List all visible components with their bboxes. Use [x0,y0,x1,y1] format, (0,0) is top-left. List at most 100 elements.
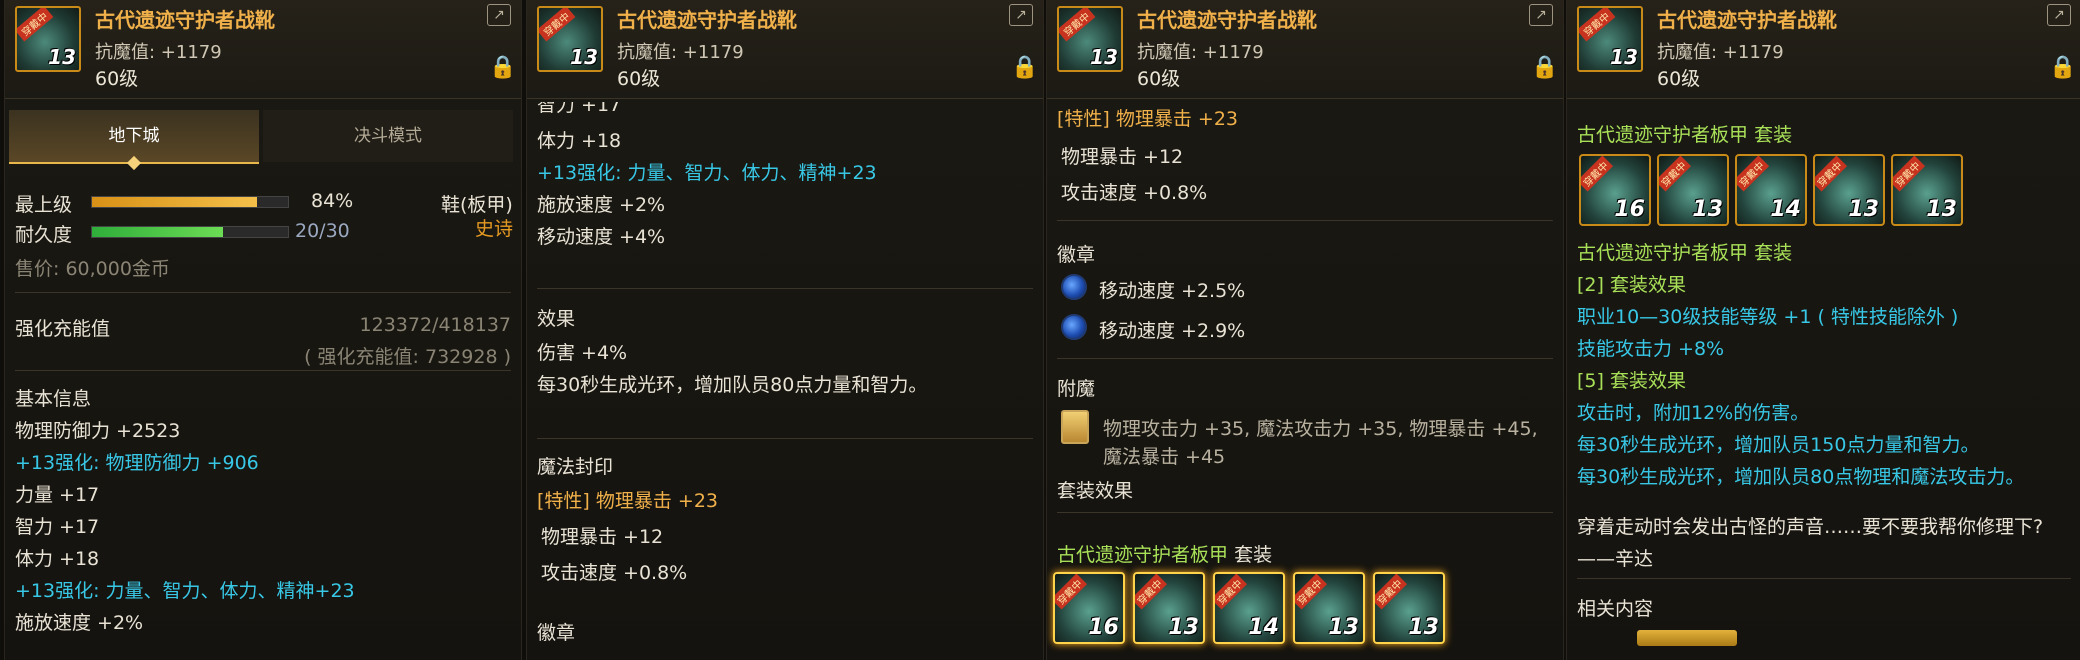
item-name: 古代遗迹守护者战靴 [1657,8,1837,32]
charge-label: 强化充能值 [15,318,111,340]
wearing-tag: 穿戴中 [1135,574,1168,610]
item-boots-icon: 穿戴中 13 [15,6,81,72]
lock-icon[interactable]: 🔒 [1531,57,1558,79]
emblem-line: 移动速度 +2.5% [1099,280,1246,302]
tab-dungeon[interactable]: 地下城 [9,110,259,171]
item-name: 古代遗迹守护者战靴 [617,8,797,32]
share-icon[interactable]: ↗ [1529,4,1553,26]
stat-line: 移动速度 +4% [537,226,666,248]
divider [537,438,1033,439]
divider [15,292,511,293]
slot-type: 鞋(板甲) [441,194,513,216]
set-piece-num: 13 [1848,197,1879,222]
share-icon[interactable]: ↗ [487,4,511,26]
quality-value: 84% [311,190,354,212]
magic-resist: 抗魔值: +1179 [617,42,744,63]
set-piece-num: 14 [1248,615,1279,640]
mode-tabs: 地下城 决斗模式 [9,110,517,171]
divider [1057,220,1553,221]
seal-line: 物理暴击 +12 [541,526,664,548]
divider [537,288,1033,289]
tab-duel[interactable]: 决斗模式 [263,110,513,162]
lock-icon[interactable]: 🔒 [2049,57,2076,79]
tooltip-panel-3: 穿戴中 13 古代遗迹守护者战靴 抗魔值: +1179 60级 ↗ 🔒 [特性]… [1046,0,1564,660]
set-name: 古代遗迹守护者板甲 套装 [1577,238,1792,265]
set-effect-5-title: [5] 套装效果 [1577,370,1686,392]
wearing-tag: 穿戴中 [1581,156,1614,192]
wearing-tag: 穿戴中 [1579,8,1616,42]
seal-trait: [特性] 物理暴击 +23 [1057,108,1239,130]
set-effect-line: 技能攻击力 +8% [1577,338,1725,360]
tab-dungeon-label: 地下城 [108,126,160,146]
wearing-tag: 穿戴中 [1295,574,1328,610]
divider [1577,578,2071,579]
item-header: 穿戴中 13 古代遗迹守护者战靴 抗魔值: +1179 60级 ↗ 🔒 [1567,0,2080,99]
wearing-tag: 穿戴中 [1059,8,1096,42]
set-piece-num: 13 [1328,615,1359,640]
sell-price: 售价: 60,000金币 [15,258,170,280]
wearing-tag: 穿戴中 [1737,156,1770,192]
set-effect-line: 每30秒生成光环，增加队员80点物理和魔法攻击力。 [1577,466,2025,488]
item-level: 60级 [617,68,661,90]
item-level: 60级 [95,68,139,90]
set-piece-num: 13 [1168,615,1199,640]
wearing-tag: 穿戴中 [1659,156,1692,192]
charge-sub: ( 强化充能值: 732928 ) [304,346,511,368]
tooltip-panel-4: 穿戴中 13 古代遗迹守护者战靴 抗魔值: +1179 60级 ↗ 🔒 古代遗迹… [1566,0,2080,660]
divider [15,370,511,371]
set-piece-num: 16 [1088,615,1119,640]
lock-icon[interactable]: 🔒 [1011,57,1038,79]
wearing-tag: 穿戴中 [1815,156,1848,192]
effect-line: 每30秒生成光环，增加队员80点力量和智力。 [537,374,928,396]
stat-line: 物理防御力 +2523 [15,420,181,442]
lock-icon[interactable]: 🔒 [489,57,516,79]
set-piece-icon[interactable]: 穿戴中 13 [1891,154,1963,226]
wearing-tag: 穿戴中 [539,8,576,42]
set-name-text: 古代遗迹守护者板甲 [1057,544,1229,566]
set-piece-icon[interactable]: 穿戴中 14 [1735,154,1807,226]
set-name: 古代遗迹守护者板甲 套装 [1577,120,1792,147]
item-name: 古代遗迹守护者战靴 [95,8,275,32]
item-name: 古代遗迹守护者战靴 [1137,8,1317,32]
item-header: 穿戴中 13 古代遗迹守护者战靴 抗魔值: +1179 60级 ↗ 🔒 [5,0,521,99]
related-button[interactable] [1637,630,1737,646]
set-piece-icon[interactable]: 穿戴中 13 [1293,572,1365,644]
enchant-line: 魔法暴击 +45 [1103,446,1226,468]
set-piece-num: 13 [1408,615,1439,640]
set-piece-icon[interactable]: 穿戴中 13 [1813,154,1885,226]
flavor-author: ——辛达 [1577,548,1654,570]
effect-title: 效果 [537,308,576,330]
share-icon[interactable]: ↗ [2047,4,2071,26]
set-piece-icon[interactable]: 穿戴中 16 [1579,154,1651,226]
share-icon[interactable]: ↗ [1009,4,1033,26]
seal-trait: [特性] 物理暴击 +23 [537,490,719,512]
emblem-title: 徽章 [537,622,576,644]
set-piece-icon[interactable]: 穿戴中 16 [1053,572,1125,644]
set-name: 古代遗迹守护者板甲 套装 [1057,540,1272,567]
set-suffix: 套装 [1754,124,1793,146]
enchant-title: 附魔 [1057,378,1096,400]
emblem-icon [1061,274,1087,300]
emblem-icon [1061,314,1087,340]
basic-info-title: 基本信息 [15,388,92,410]
divider [1057,512,1553,513]
tooltip-panel-1: 穿戴中 13 古代遗迹守护者战靴 抗魔值: +1179 60级 ↗ 🔒 地下城 … [4,0,522,660]
stat-line: +13强化: 力量、智力、体力、精神+23 [537,162,877,184]
emblem-title: 徽章 [1057,244,1096,266]
enhance-badge: 13 [48,45,76,69]
set-piece-icon[interactable]: 穿戴中 13 [1657,154,1729,226]
set-name-text: 古代遗迹守护者板甲 [1577,124,1749,146]
set-piece-num: 16 [1614,197,1645,222]
stat-line: +13强化: 物理防御力 +906 [15,452,259,474]
quality-bar [91,196,289,208]
set-name-text: 古代遗迹守护者板甲 [1577,242,1749,264]
enchant-card-icon [1061,410,1089,444]
set-piece-icon[interactable]: 穿戴中 14 [1213,572,1285,644]
set-piece-icon[interactable]: 穿戴中 13 [1373,572,1445,644]
stat-line: 施放速度 +2% [15,612,144,634]
set-effect-title: 套装效果 [1057,480,1134,502]
enhance-badge: 13 [1090,45,1118,69]
set-piece-icon[interactable]: 穿戴中 13 [1133,572,1205,644]
stat-line: +13强化: 力量、智力、体力、精神+23 [15,580,355,602]
flavor-text: 穿着走动时会发出古怪的声音……要不要我帮你修理下? [1577,516,2044,538]
